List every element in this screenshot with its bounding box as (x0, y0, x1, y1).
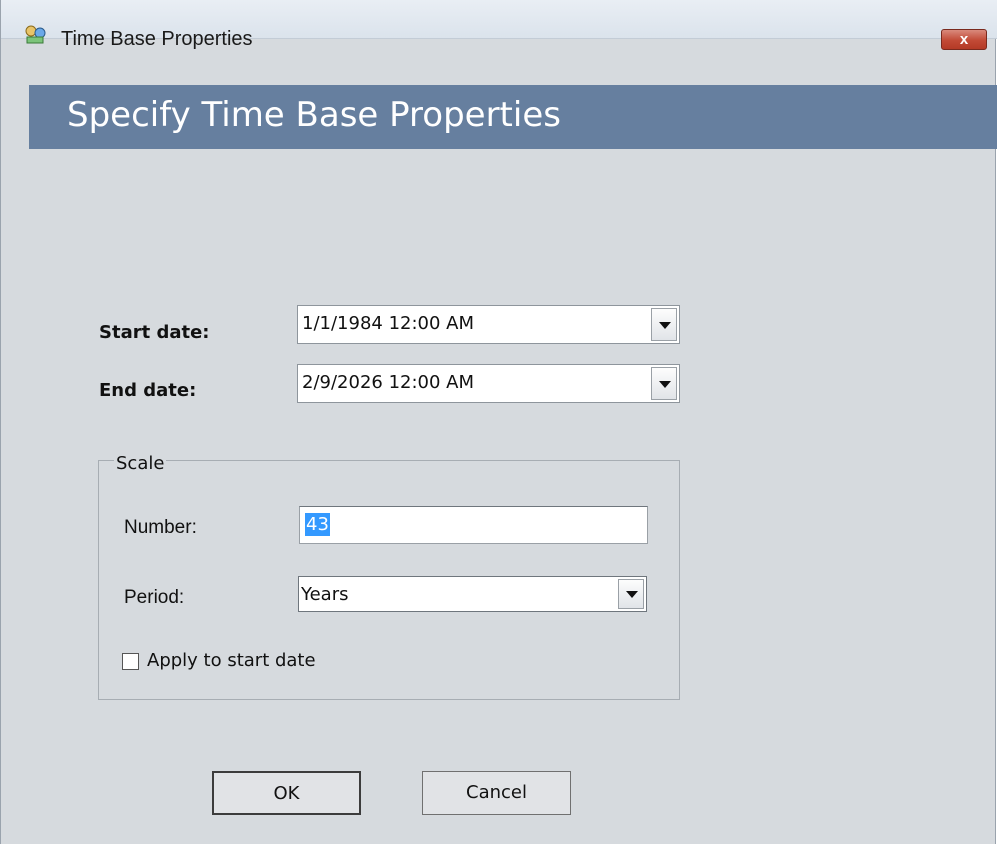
period-select[interactable]: Years (298, 576, 647, 612)
end-date-value: 2/9/2026 12:00 AM (302, 372, 475, 393)
dialog-window: Time Base Properties x Specify Time Base… (0, 0, 997, 844)
scale-legend: Scale (114, 453, 167, 474)
start-date-label: Start date: (99, 322, 210, 343)
period-label: Period: (124, 587, 185, 608)
chevron-down-icon[interactable] (651, 367, 677, 400)
number-value: 43 (305, 513, 330, 536)
time-base-icon (25, 25, 46, 44)
chevron-down-icon[interactable] (618, 579, 644, 609)
period-value: Years (301, 584, 349, 605)
ok-button[interactable]: OK (212, 771, 361, 815)
page-title: Specify Time Base Properties (67, 95, 561, 135)
apply-to-start-date-label[interactable]: Apply to start date (147, 650, 316, 671)
chevron-down-icon[interactable] (651, 308, 677, 341)
window-title: Time Base Properties (61, 28, 253, 50)
apply-to-start-date-checkbox[interactable] (122, 653, 139, 670)
number-input[interactable]: 43 (299, 506, 648, 544)
end-date-label: End date: (99, 380, 197, 401)
end-date-picker[interactable]: 2/9/2026 12:00 AM (297, 364, 680, 403)
cancel-button[interactable]: Cancel (422, 771, 571, 815)
close-icon: x (959, 31, 969, 48)
start-date-value: 1/1/1984 12:00 AM (302, 313, 475, 334)
title-bar[interactable]: Time Base Properties x (1, 0, 997, 50)
number-label: Number: (124, 517, 197, 538)
close-button[interactable]: x (941, 29, 987, 50)
start-date-picker[interactable]: 1/1/1984 12:00 AM (297, 305, 680, 344)
header-banner: Specify Time Base Properties (29, 85, 997, 149)
